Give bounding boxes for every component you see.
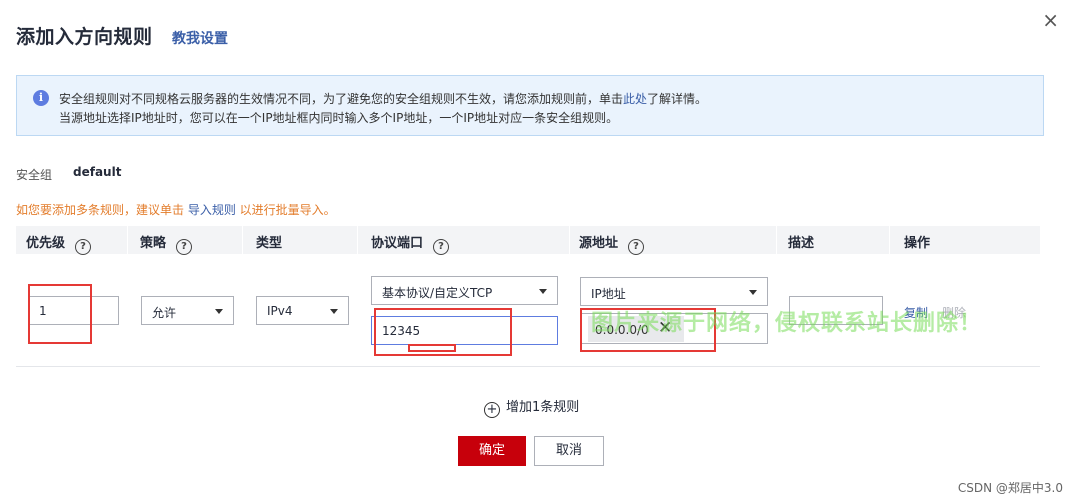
security-group-value: default [73,165,122,179]
confirm-button[interactable]: 确定 [458,436,526,466]
import-hint: 如您要添加多条规则，建议单击 导入规则 以进行批量导入。 [16,201,336,218]
import-rules-link[interactable]: 导入规则 [188,203,236,217]
chevron-down-icon [749,290,757,295]
header-divider [776,226,777,254]
header-protocol-port: 协议端口? [371,232,450,255]
chevron-down-icon [539,289,547,294]
info-banner: i 安全组规则对不同规格云服务器的生效情况不同，为了避免您的安全组规则不生效，请… [16,75,1044,136]
header-description: 描述 [788,236,815,251]
header-source-label: 源地址 [579,236,619,251]
header-divider [357,226,358,254]
close-icon[interactable]: × [1042,8,1059,32]
header-source: 源地址? [579,232,645,255]
help-icon[interactable]: ? [75,239,92,255]
help-icon[interactable]: ? [433,239,450,255]
plus-circle-icon: + [484,402,500,418]
table-header: 优先级? 策略? 类型 协议端口? 源地址? 描述 操作 [16,226,1040,255]
header-divider [242,226,243,254]
header-protocol-port-label: 协议端口 [371,236,424,251]
security-group-label: 安全组 [16,168,53,182]
type-value: IPv4 [267,304,293,318]
header-policy-label: 策略 [140,236,167,251]
type-select[interactable]: IPv4 [256,296,349,325]
protocol-select[interactable]: 基本协议/自定义TCP [371,276,558,305]
chevron-down-icon [330,309,338,314]
source-type-value: IP地址 [591,287,626,301]
info-line-1: 安全组规则对不同规格云服务器的生效情况不同，为了避免您的安全组规则不生效，请您添… [59,90,707,107]
watermark-text: 图片来源于网络，侵权联系站长删除！ [591,311,983,336]
protocol-value: 基本协议/自定义TCP [382,286,493,300]
credit-text: CSDN @郑居中3.0 [957,481,1063,495]
header-type: 类型 [256,236,283,251]
header-action: 操作 [904,236,931,251]
details-link[interactable]: 此处 [623,92,647,106]
info-line-2: 当源地址选择IP地址时，您可以在一个IP地址框内同时输入多个IP地址，一个IP地… [59,111,619,125]
cancel-button[interactable]: 取消 [534,436,604,466]
import-hint-post: 以进行批量导入。 [235,203,336,217]
info-icon: i [33,90,49,106]
policy-select[interactable]: 允许 [141,296,234,325]
header-priority-label: 优先级 [26,236,66,251]
policy-value: 允许 [152,306,177,320]
source-type-select[interactable]: IP地址 [580,277,768,306]
row-divider [16,366,1040,367]
header-divider [889,226,890,254]
help-icon[interactable]: ? [176,239,193,255]
help-icon[interactable]: ? [628,239,645,255]
annotation-box [28,284,92,344]
info-line-1-text: 安全组规则对不同规格云服务器的生效情况不同，为了避免您的安全组规则不生效，请您添… [59,92,624,106]
header-priority: 优先级? [26,232,92,255]
import-hint-pre: 如您要添加多条规则，建议单击 [16,203,188,217]
header-divider [127,226,128,254]
info-line-1-tail: 了解详情。 [647,92,708,106]
help-link[interactable]: 教我设置 [172,28,228,48]
add-rule-button[interactable]: + 增加1条规则 [484,396,579,418]
dialog-title: 添加入方向规则 [16,26,153,48]
annotation-box [408,344,456,352]
chevron-down-icon [215,309,223,314]
header-divider [569,226,570,254]
add-rule-label: 增加1条规则 [506,400,580,415]
header-policy: 策略? [140,232,193,255]
